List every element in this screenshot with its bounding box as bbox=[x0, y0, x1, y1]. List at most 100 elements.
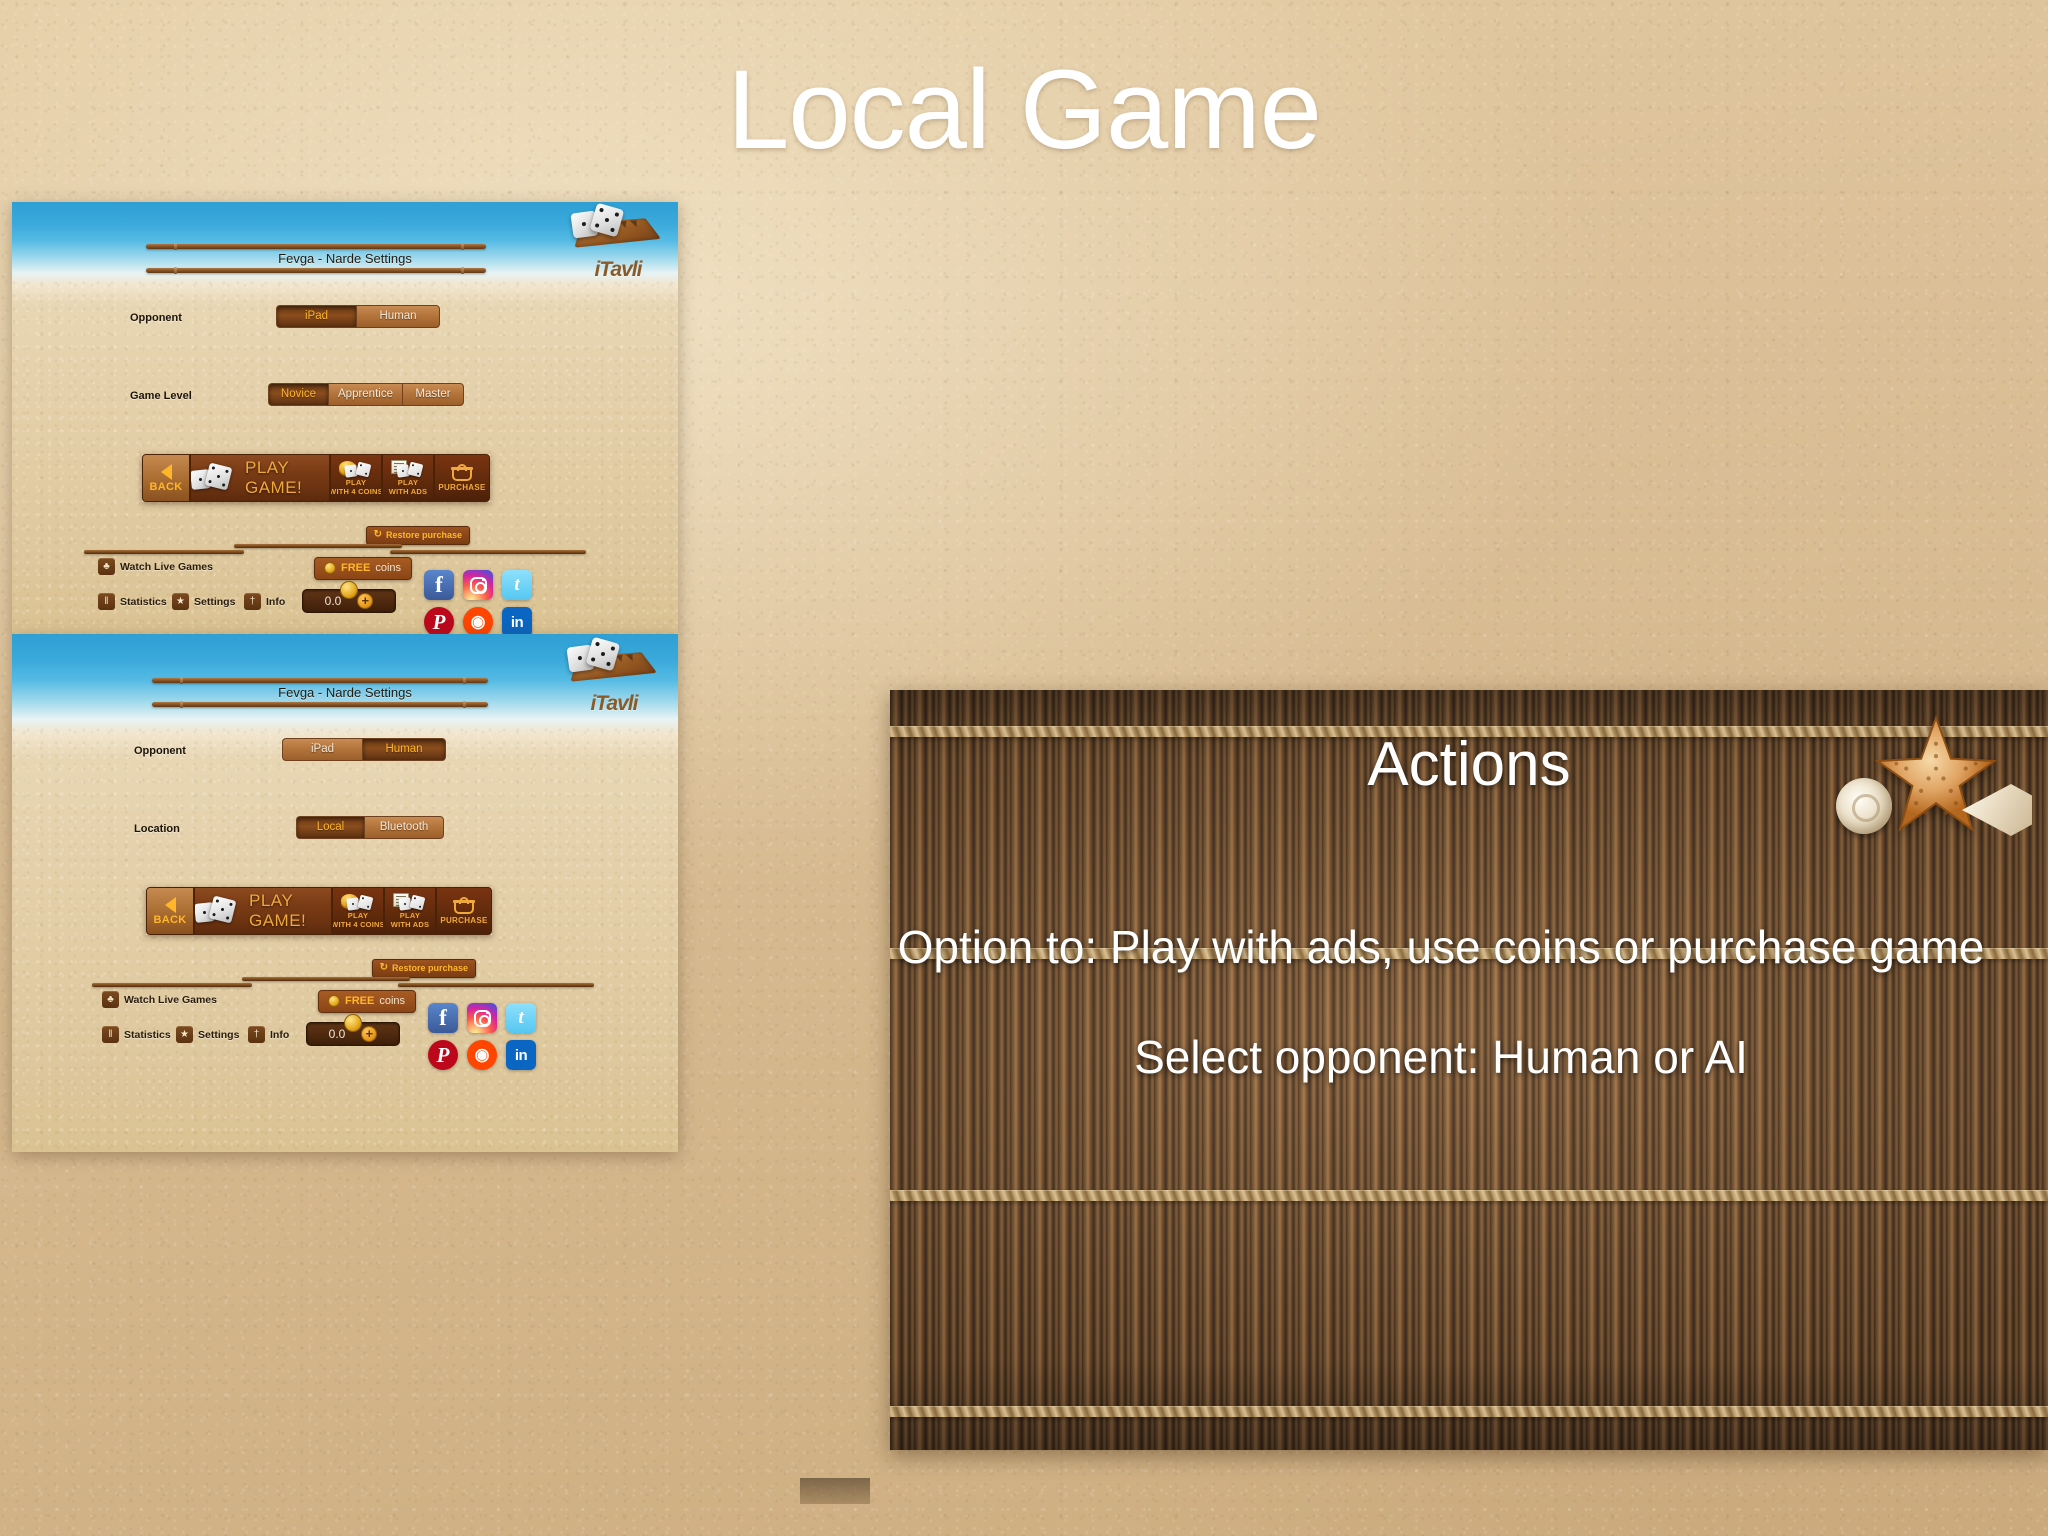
watch-live-games-label: Watch Live Games bbox=[120, 560, 213, 573]
divider-rail-left bbox=[92, 983, 252, 987]
twitter-icon[interactable]: t bbox=[506, 1003, 536, 1033]
back-button[interactable]: BACK bbox=[146, 887, 194, 935]
free-coins-word1: FREE bbox=[345, 995, 375, 1007]
segmented-control-opponent[interactable]: iPad Human bbox=[282, 738, 446, 761]
option-opponent-ipad[interactable]: iPad bbox=[276, 305, 356, 328]
ads-label-line1: PLAY bbox=[397, 478, 419, 487]
statistics-button[interactable]: ‖ Statistics bbox=[102, 1026, 171, 1043]
facebook-icon[interactable]: f bbox=[428, 1003, 458, 1033]
logo-wordmark: iTavli bbox=[594, 258, 643, 281]
pinterest-icon[interactable]: P bbox=[428, 1040, 458, 1070]
ads-label-line2: WITH ADS bbox=[388, 487, 428, 496]
option-level-master[interactable]: Master bbox=[402, 383, 464, 406]
watch-live-games-button[interactable]: ♣ Watch Live Games bbox=[98, 558, 213, 575]
segmented-control-game-level[interactable]: Novice Apprentice Master bbox=[268, 383, 464, 406]
play-game-button[interactable]: PLAY GAME! bbox=[190, 454, 330, 502]
coins-label-line2: WITH 4 COINS bbox=[332, 920, 384, 929]
app-screenshot-human-settings: Fevga - Narde Settings iTavli Opponent i… bbox=[12, 634, 678, 1152]
info-button[interactable]: † Info bbox=[244, 593, 285, 610]
dice-icon bbox=[195, 895, 241, 925]
counter-coin-icon bbox=[340, 581, 358, 599]
page-title: Local Game bbox=[727, 47, 1322, 172]
panel-paragraph-1: Option to: Play with ads, use coins or p… bbox=[897, 921, 1985, 973]
chevron-left-icon bbox=[164, 896, 176, 913]
ads-dice-icon bbox=[393, 893, 427, 911]
coins-label-line2: WITH 4 COINS bbox=[330, 487, 382, 496]
app-screenshot-ai-settings: Fevga - Narde Settings iTavli Opponent i… bbox=[12, 202, 678, 634]
reddit-icon[interactable]: ◉ bbox=[463, 607, 493, 634]
option-location-bluetooth[interactable]: Bluetooth bbox=[364, 816, 444, 839]
divider-rail-left bbox=[84, 550, 244, 554]
ads-label-line1: PLAY bbox=[399, 911, 421, 920]
coin-balance-counter[interactable]: 0.0 + bbox=[306, 1014, 400, 1046]
play-with-coins-button[interactable]: PLAY WITH 4 COINS bbox=[330, 454, 382, 502]
option-level-novice[interactable]: Novice bbox=[268, 383, 328, 406]
dice-icon bbox=[191, 462, 237, 492]
segmented-control-opponent[interactable]: iPad Human bbox=[276, 305, 440, 328]
play-with-coins-button[interactable]: PLAY WITH 4 COINS bbox=[332, 887, 384, 935]
instagram-icon[interactable] bbox=[467, 1003, 497, 1033]
settings-star-icon: ★ bbox=[172, 593, 189, 610]
watch-live-games-button[interactable]: ♣ Watch Live Games bbox=[102, 991, 217, 1008]
settings-button[interactable]: ★ Settings bbox=[176, 1026, 239, 1043]
coins-dice-icon bbox=[341, 893, 375, 911]
facebook-icon[interactable]: f bbox=[424, 570, 454, 600]
coin-balance-value: 0.0 bbox=[324, 594, 342, 608]
row-label-opponent: Opponent bbox=[134, 745, 186, 757]
itavli-logo: iTavli bbox=[566, 202, 670, 282]
panel-body: Option to: Play with ads, use coins or p… bbox=[896, 920, 1986, 1085]
restore-purchase-label: Restore purchase bbox=[391, 963, 468, 973]
option-opponent-ipad[interactable]: iPad bbox=[282, 738, 362, 761]
social-links: f t P ◉ in bbox=[428, 1003, 536, 1070]
restore-purchase-button[interactable]: ↻ Restore purchase bbox=[365, 526, 470, 545]
option-level-apprentice[interactable]: Apprentice bbox=[328, 383, 402, 406]
option-location-local[interactable]: Local bbox=[296, 816, 364, 839]
settings-label: Settings bbox=[198, 1028, 240, 1041]
settings-button[interactable]: ★ Settings bbox=[172, 593, 235, 610]
free-coins-word2: coins bbox=[375, 562, 402, 574]
option-opponent-human[interactable]: Human bbox=[362, 738, 446, 761]
play-with-ads-button[interactable]: PLAY WITH ADS bbox=[382, 454, 434, 502]
itavli-logo: iTavli bbox=[562, 636, 666, 716]
back-button[interactable]: BACK bbox=[142, 454, 190, 502]
free-coins-word1: FREE bbox=[341, 562, 371, 574]
reddit-icon[interactable]: ◉ bbox=[467, 1040, 497, 1070]
statistics-label: Statistics bbox=[120, 595, 167, 608]
statistics-button[interactable]: ‖ Statistics bbox=[98, 593, 167, 610]
add-coins-button[interactable]: + bbox=[357, 593, 374, 609]
purchase-button[interactable]: PURCHASE bbox=[434, 454, 490, 502]
coin-balance-counter[interactable]: 0.0 + bbox=[302, 581, 396, 613]
pinterest-icon[interactable]: P bbox=[424, 607, 454, 634]
linkedin-icon[interactable]: in bbox=[502, 607, 532, 634]
logo-wordmark: iTavli bbox=[590, 692, 639, 715]
info-button[interactable]: † Info bbox=[248, 1026, 289, 1043]
screenshot-drop-shadow bbox=[800, 1478, 870, 1504]
twitter-icon[interactable]: t bbox=[502, 570, 532, 600]
play-game-button[interactable]: PLAY GAME! bbox=[194, 887, 332, 935]
restore-purchase-button[interactable]: ↻ Restore purchase bbox=[371, 959, 476, 978]
coin-balance-value: 0.0 bbox=[328, 1027, 346, 1041]
add-coins-button[interactable]: + bbox=[361, 1026, 378, 1042]
divider-rail-mid bbox=[242, 977, 410, 981]
play-with-ads-button[interactable]: PLAY WITH ADS bbox=[384, 887, 436, 935]
settings-star-icon: ★ bbox=[176, 1026, 193, 1043]
segmented-control-location[interactable]: Local Bluetooth bbox=[296, 816, 444, 839]
watch-live-games-label: Watch Live Games bbox=[124, 993, 217, 1006]
purchase-label: PURCHASE bbox=[440, 916, 488, 925]
info-icon: † bbox=[244, 593, 261, 610]
free-coins-button[interactable]: FREE coins bbox=[314, 557, 413, 580]
purchase-button[interactable]: PURCHASE bbox=[436, 887, 492, 935]
bamboo-rail-bottom bbox=[146, 267, 486, 274]
restore-purchase-label: Restore purchase bbox=[385, 530, 462, 540]
info-icon: † bbox=[248, 1026, 265, 1043]
restore-icon: ↻ bbox=[373, 529, 382, 540]
reed-mat-panel: Actions Option to: Play with ads, use co… bbox=[890, 690, 2048, 1450]
social-links: f t P ◉ in bbox=[424, 570, 532, 634]
instagram-icon[interactable] bbox=[463, 570, 493, 600]
free-coins-button[interactable]: FREE coins bbox=[318, 990, 417, 1013]
linkedin-icon[interactable]: in bbox=[506, 1040, 536, 1070]
coin-icon bbox=[328, 995, 340, 1007]
statistics-label: Statistics bbox=[124, 1028, 171, 1041]
chevron-left-icon bbox=[160, 463, 172, 480]
option-opponent-human[interactable]: Human bbox=[356, 305, 440, 328]
